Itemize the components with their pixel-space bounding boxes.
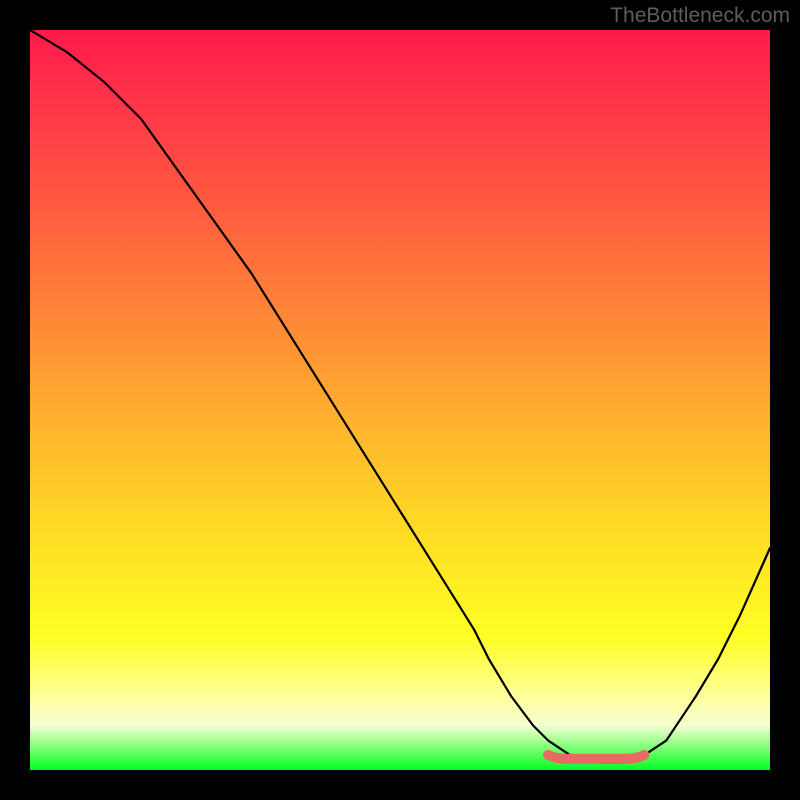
- min-region-marker: [548, 755, 644, 759]
- plot-area: [30, 30, 770, 770]
- bottleneck-curve: [30, 30, 770, 763]
- watermark-text: TheBottleneck.com: [610, 4, 790, 28]
- curve-svg: [30, 30, 770, 770]
- chart-frame: TheBottleneck.com: [0, 0, 800, 800]
